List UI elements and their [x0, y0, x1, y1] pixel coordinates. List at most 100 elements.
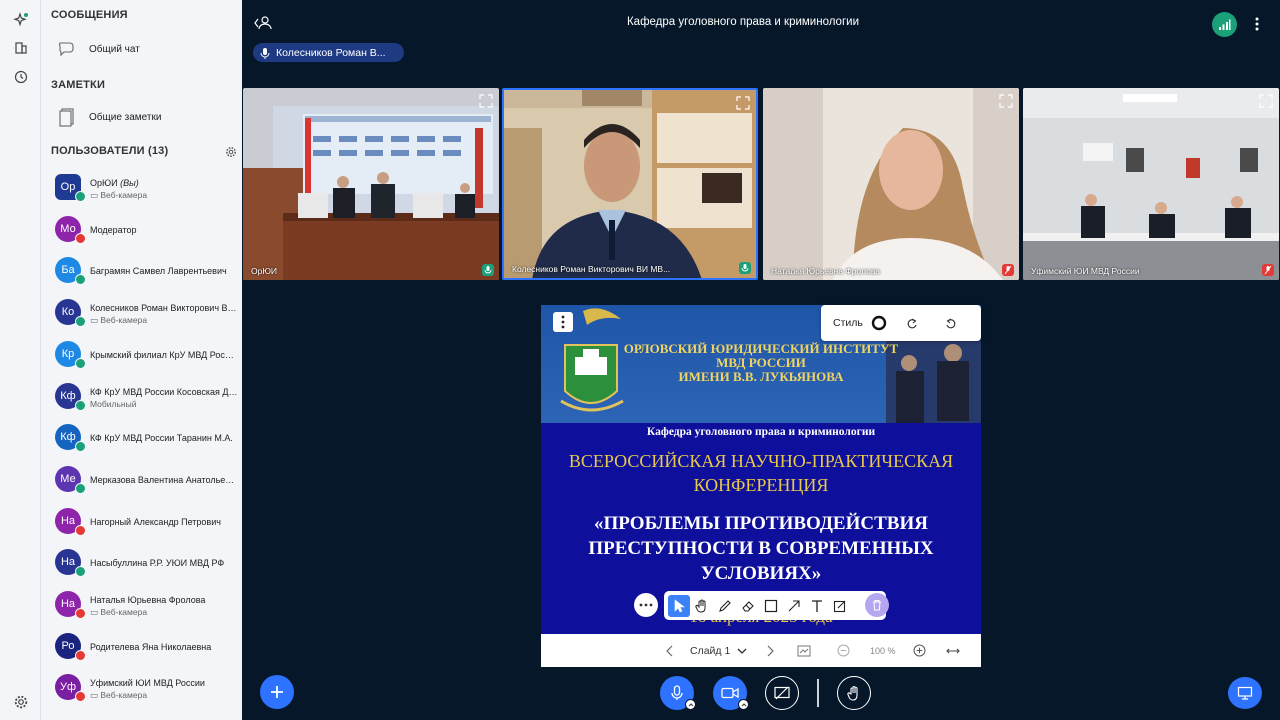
user-list-item[interactable]: Кф КФ КрУ МВД России Таранин М.А. — [41, 418, 242, 458]
video-tile-1[interactable]: ОрЮИ — [243, 88, 499, 280]
user-name: Наталья Юрьевна Фролова — [90, 595, 206, 605]
text-tool-icon[interactable] — [806, 595, 828, 617]
user-status-icon — [75, 191, 86, 202]
user-status-icon — [75, 482, 86, 494]
next-slide-icon[interactable] — [766, 634, 774, 667]
style-label[interactable]: Стиль — [833, 317, 863, 329]
hand-tool-icon[interactable] — [691, 595, 713, 617]
user-list-item[interactable]: Ор ОрЮИ (Вы) ▭ Веб-камера — [41, 168, 242, 208]
users-settings-icon[interactable] — [225, 145, 237, 157]
layout-icon[interactable] — [10, 37, 32, 59]
user-list-item[interactable]: КоКолесников Роман Викторович ВИ МВД Рос… — [41, 293, 242, 333]
expand-icon[interactable] — [1259, 94, 1273, 108]
user-status-icon — [75, 524, 86, 536]
fit-width-icon[interactable] — [946, 634, 960, 667]
notes-icon — [55, 105, 79, 129]
redo-icon[interactable] — [906, 317, 918, 329]
speaking-indicator[interactable]: Колесников Роман В... — [253, 43, 404, 62]
connection-status-icon[interactable] — [1212, 12, 1237, 37]
add-action-button[interactable] — [260, 675, 294, 709]
undo-icon[interactable] — [945, 317, 957, 329]
user-list-item[interactable]: На Наталья Юрьевна Фролова ▭ Веб-камера — [41, 585, 242, 625]
camera-icon — [721, 687, 739, 699]
select-tool-icon[interactable] — [668, 594, 690, 617]
presentation-controls: Слайд 1 100 % — [541, 634, 981, 667]
tile-name: Колесников Роман Викторович ВИ МВ... — [512, 264, 671, 274]
raise-hand-button[interactable] — [837, 676, 871, 710]
microphone-icon — [671, 685, 683, 700]
user-name: Модератор — [90, 224, 137, 235]
slide-menu-icon[interactable] — [553, 312, 573, 332]
settings-icon[interactable] — [10, 691, 32, 713]
eraser-tool-icon[interactable] — [737, 595, 759, 617]
video-tile-4[interactable]: Уфимский ЮИ МВД России — [1023, 88, 1279, 280]
user-status-icon — [75, 274, 86, 286]
user-status-icon — [75, 649, 86, 661]
camera-options-icon[interactable] — [738, 699, 749, 710]
slide-selector[interactable]: Слайд 1 — [690, 634, 747, 667]
user-device: ▭ Веб-камера — [90, 315, 148, 326]
raise-hand-icon — [847, 685, 858, 701]
user-list-item[interactable]: Мо Модератор — [41, 210, 242, 250]
user-device: Мобильный — [90, 398, 137, 409]
video-tile-2[interactable]: Колесников Роман Викторович ВИ МВ... — [502, 88, 758, 280]
user-name: Мерказова Валентина Анатольевна — [90, 474, 238, 485]
video-tile-3[interactable]: Наталья Юрьевна Фролова — [763, 88, 1019, 280]
expand-icon[interactable] — [999, 94, 1013, 108]
user-list-item[interactable]: Кр Крымский филиал КрУ МВД России — [41, 335, 242, 375]
microphone-on-icon — [482, 264, 494, 276]
chat-icon — [55, 37, 79, 61]
slide-conf-line-1: ВСЕРОССИЙСКАЯ НАУЧНО-ПРАКТИЧЕСКАЯ — [568, 451, 954, 471]
video-feed — [504, 90, 756, 278]
user-name: Нагорный Александр Петрович — [90, 516, 221, 527]
expand-icon[interactable] — [736, 96, 750, 110]
ai-sparkle-icon[interactable] — [10, 9, 32, 31]
more-options-icon[interactable] — [1250, 15, 1264, 33]
user-list-item[interactable]: На Насыбуллина Р.Р. УЮИ МВД РФ — [41, 543, 242, 583]
user-list-item[interactable]: На Нагорный Александр Петрович — [41, 502, 242, 542]
user-name: Насыбуллина Р.Р. УЮИ МВД РФ — [90, 558, 225, 569]
user-list-item[interactable]: Ме Мерказова Валентина Анатольевна — [41, 460, 242, 500]
user-list-item[interactable]: Ба Баграмян Самвел Лаврентьевич — [41, 251, 242, 291]
tile-name: ОрЮИ — [251, 266, 278, 276]
user-status-icon — [75, 232, 86, 244]
zoom-out-icon[interactable] — [837, 634, 850, 667]
users-title: ПОЛЬЗОВАТЕЛИ (13) — [51, 145, 169, 157]
expand-icon[interactable] — [479, 94, 493, 108]
shared-notes-label: Общие заметки — [89, 111, 162, 123]
zoom-in-icon[interactable] — [913, 634, 926, 667]
delete-icon[interactable] — [865, 593, 889, 617]
slide-department: Кафедра уголовного права и криминологии — [646, 426, 876, 438]
screen-share-button[interactable] — [765, 676, 799, 710]
chevron-down-icon — [737, 648, 747, 654]
note-tool-icon[interactable] — [829, 595, 851, 617]
pencil-tool-icon[interactable] — [714, 595, 736, 617]
video-feed — [1023, 88, 1279, 280]
user-device: ▭ Веб-камера — [90, 190, 148, 200]
user-name: Уфимский ЮИ МВД России — [90, 678, 205, 689]
toggle-panel-icon[interactable] — [253, 14, 273, 32]
microphone-on-icon — [739, 262, 751, 274]
stroke-style-icon[interactable] — [871, 315, 887, 331]
user-list-item[interactable]: Уф Уфимский ЮИ МВД России ▭ Веб-камера — [41, 668, 242, 708]
more-tools-icon[interactable] — [634, 593, 658, 617]
user-list-item[interactable]: Ро Родителева Яна Николаевна — [41, 627, 242, 667]
user-list-item[interactable]: Кф КФ КрУ МВД России Косовская Д.В. Мобиль… — [41, 377, 242, 417]
microphone-icon — [259, 47, 271, 59]
arrow-tool-icon[interactable] — [783, 595, 805, 617]
institute-line-3: ИМЕНИ В.В. ЛУКЬЯНОВА — [678, 369, 844, 384]
tile-name: Уфимский ЮИ МВД России — [1031, 266, 1140, 276]
shared-notes-item[interactable]: Общие заметки — [51, 103, 236, 131]
presentation-toggle-button[interactable] — [1228, 677, 1262, 709]
rectangle-tool-icon[interactable] — [760, 595, 782, 617]
speaker-name: Колесников Роман В... — [276, 46, 386, 59]
mic-options-icon[interactable] — [685, 699, 696, 710]
previous-slide-icon[interactable] — [666, 634, 674, 667]
microphone-off-icon — [1002, 264, 1014, 276]
history-icon[interactable] — [10, 66, 32, 88]
side-panel: СООБЩЕНИЯ Общий чат ЗАМЕТКИ Общие заметк… — [41, 0, 242, 720]
annotations-icon[interactable] — [797, 634, 811, 667]
whiteboard-toolbar — [664, 591, 886, 620]
user-name: Баграмян Самвел Лаврентьевич — [90, 266, 227, 277]
general-chat-item[interactable]: Общий чат — [51, 35, 236, 63]
